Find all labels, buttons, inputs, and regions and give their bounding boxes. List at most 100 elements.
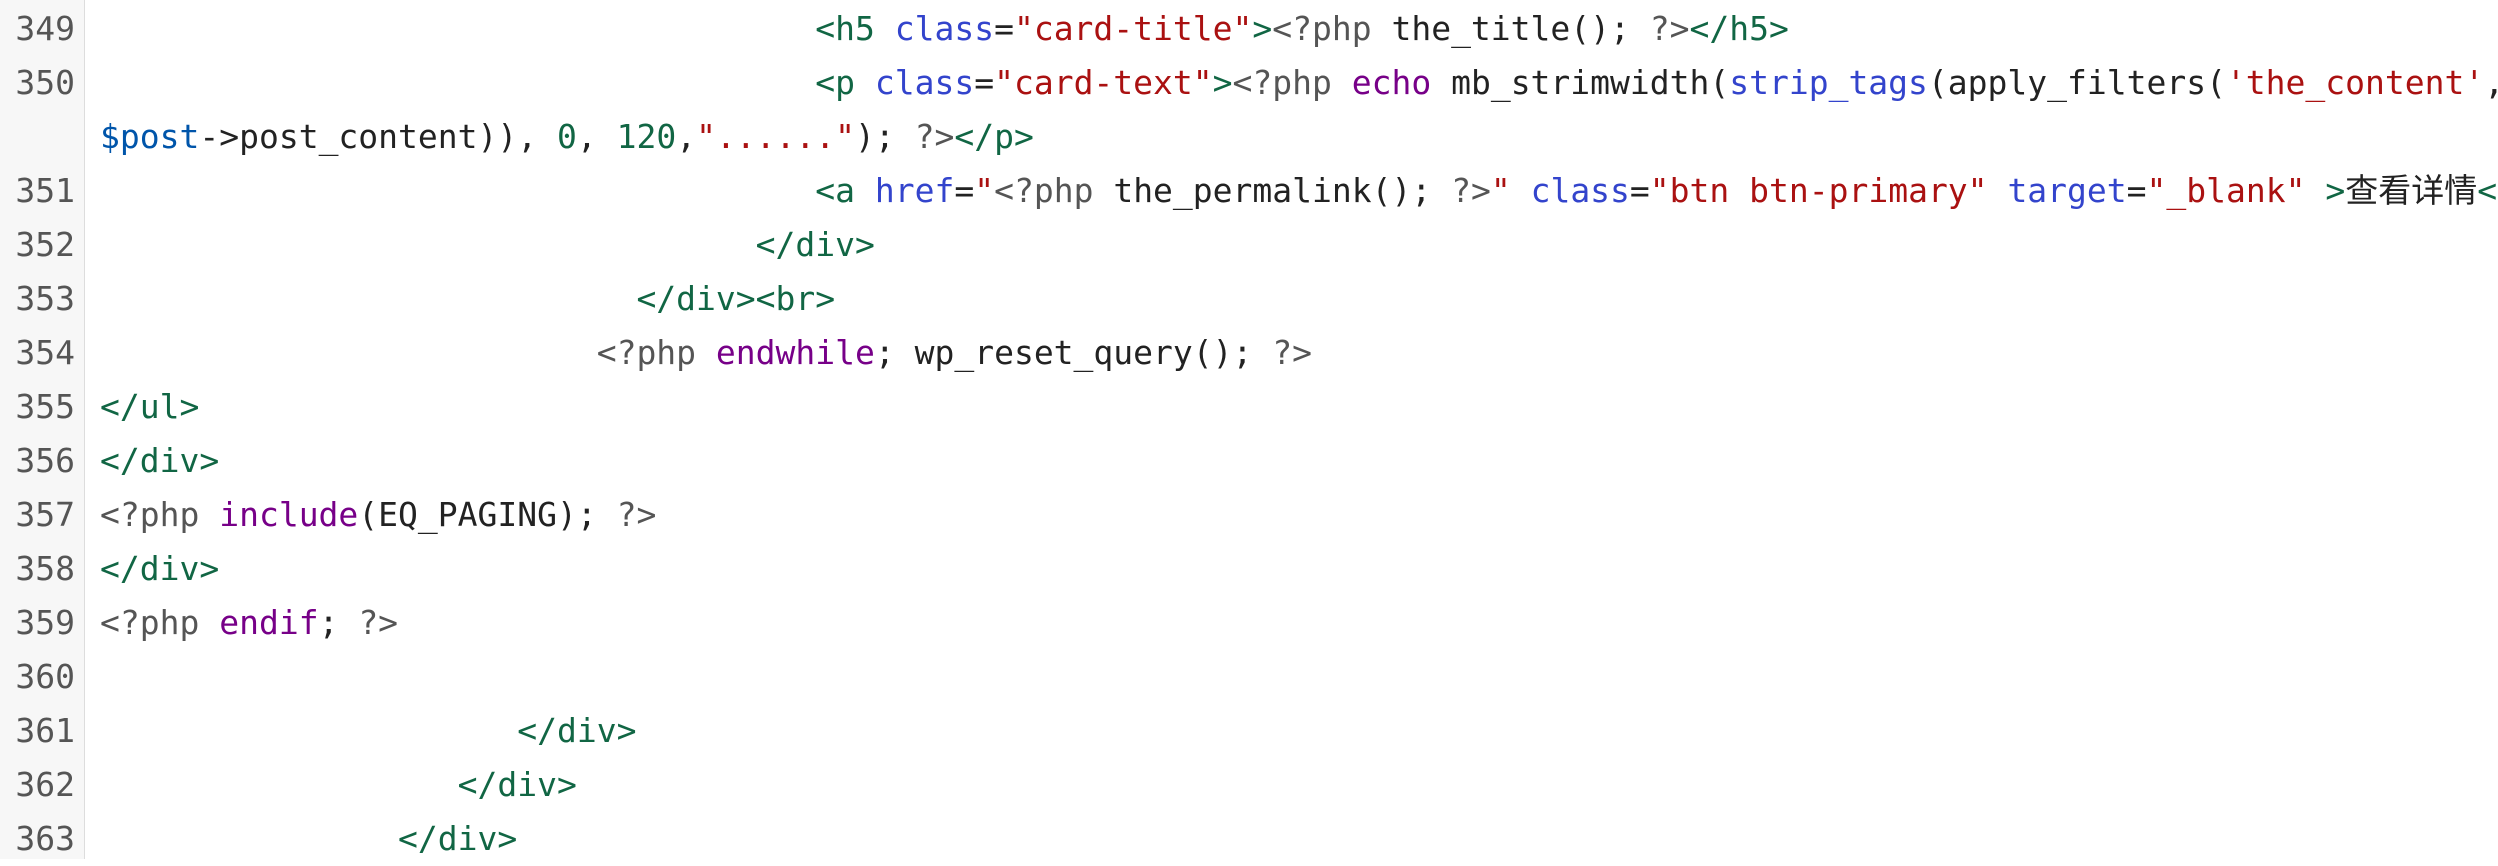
code-token: ?> [616, 495, 657, 534]
line-number: 355 [15, 387, 75, 426]
code-token: "......" [696, 117, 856, 156]
line-number: 360 [15, 657, 75, 696]
code-token: , [2484, 63, 2498, 102]
line-number: 357 [15, 495, 75, 534]
code-token: ?> [1451, 171, 1491, 210]
code-token: the_permalink(); [1093, 171, 1452, 210]
code-token: > [1212, 63, 1233, 102]
code-token: " [1490, 171, 1511, 210]
code-line[interactable]: 354 <?php endwhile; wp_reset_query(); ?> [0, 326, 2498, 380]
code-token: </div> [100, 441, 220, 480]
code-token: strip_tags [1729, 63, 1928, 102]
code-token: class [1530, 171, 1630, 210]
code-text: <?php endif; ?> [100, 596, 398, 650]
code-token: > [1252, 9, 1273, 48]
code-token: ?> [1272, 333, 1312, 372]
line-number: 351 [15, 171, 75, 210]
code-token: target [2007, 171, 2127, 210]
code-line[interactable]: 361 </div> [0, 704, 2498, 758]
code-token: <br> [755, 279, 836, 318]
line-number: 349 [15, 9, 75, 48]
code-token: endwhile [715, 333, 875, 372]
code-line[interactable]: 363 </div> [0, 812, 2498, 866]
code-token: "card-text" [994, 63, 1213, 102]
code-text: </ul> [100, 380, 199, 434]
code-line[interactable]: 362 </div> [0, 758, 2498, 812]
code-line[interactable]: 353 </div><br> [0, 272, 2498, 326]
code-token: <p [815, 63, 855, 102]
code-token: (EQ_PAGING); [358, 495, 617, 534]
code-line[interactable]: 352 </div> [0, 218, 2498, 272]
code-token: , [676, 117, 697, 156]
code-text: <h5 class="card-title"><?php the_title()… [100, 2, 1789, 56]
code-token: "card-title" [1013, 9, 1253, 48]
code-token: <?php [100, 603, 200, 642]
code-line[interactable]: 357 <?php include(EQ_PAGING); ?> [0, 488, 2498, 542]
code-token: 查看详情 [2345, 171, 2478, 210]
code-token: "btn btn-primary" [1649, 171, 1988, 210]
code-text: </div> [100, 542, 219, 596]
line-number: 354 [15, 333, 75, 372]
code-token: (apply_filters( [1927, 63, 2226, 102]
code-token: "_blank" [2146, 171, 2306, 210]
code-text: <?php include(EQ_PAGING); ?> [100, 488, 656, 542]
code-token: = [1629, 171, 1650, 210]
code-token: = [954, 171, 975, 210]
line-number: 352 [15, 225, 75, 264]
code-line[interactable]: 358 </div> [0, 542, 2498, 596]
code-token: href [874, 171, 955, 210]
code-line[interactable]: 349 <h5 class="card-title"><?php the_tit… [0, 2, 2498, 56]
code-token: <?php [100, 495, 200, 534]
code-token: ; [318, 603, 359, 642]
code-line[interactable]: 351 <a href="<?php the_permalink(); ?>" … [0, 164, 2498, 218]
code-text: <?php endwhile; wp_reset_query(); ?> [100, 326, 1312, 380]
code-line[interactable]: 355 </ul> [0, 380, 2498, 434]
code-token: </a> [2477, 171, 2498, 210]
code-text: </div> [100, 218, 875, 272]
code-token: </div> [517, 711, 637, 750]
code-token: ); [855, 117, 915, 156]
code-token: <?php [1272, 9, 1372, 48]
code-editor[interactable]: 349 <h5 class="card-title"><?php the_tit… [0, 0, 2498, 859]
code-line[interactable]: 356 </div> [0, 434, 2498, 488]
code-text: </div> [100, 434, 219, 488]
code-token: ?> [358, 603, 399, 642]
code-text: <a href="<?php the_permalink(); ?>" clas… [100, 164, 2498, 218]
code-text: <p class="card-text"><?php echo mb_strim… [100, 56, 2498, 110]
code-token: mb_strimwidth( [1431, 63, 1730, 102]
line-number: 361 [15, 711, 75, 750]
code-token: <?php [994, 171, 1094, 210]
line-number: 359 [15, 603, 75, 642]
code-line[interactable]: 360 [0, 650, 2498, 704]
code-token: " [974, 171, 995, 210]
code-text: </div> [100, 704, 636, 758]
code-token: <?php [596, 333, 697, 372]
code-token: ?> [1649, 9, 1690, 48]
code-token: </div> [755, 225, 875, 264]
code-line[interactable]: 359 <?php endif; ?> [0, 596, 2498, 650]
code-line[interactable]: 350 <p class="card-text"><?php echo mb_s… [0, 56, 2498, 110]
code-token: $post [100, 117, 200, 156]
line-number: 362 [15, 765, 75, 804]
code-token: include [219, 495, 359, 534]
code-line[interactable]: $post->post_content)), 0, 120,"......");… [0, 110, 2498, 164]
code-token: the_title(); [1371, 9, 1650, 48]
code-token: echo [1351, 63, 1432, 102]
line-number: 356 [15, 441, 75, 480]
